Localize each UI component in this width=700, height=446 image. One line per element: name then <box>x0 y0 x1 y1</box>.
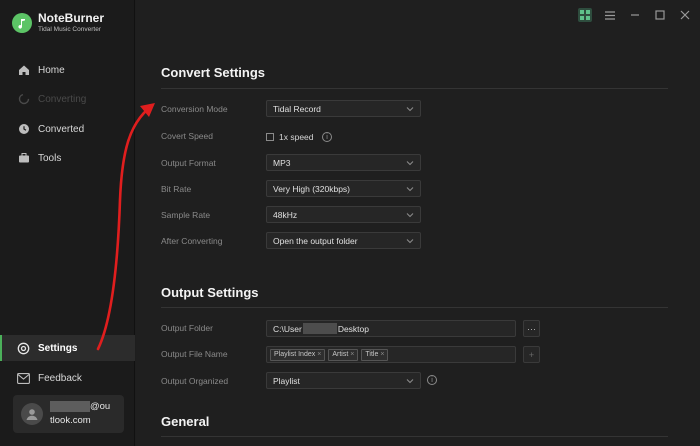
account-card[interactable]: @ou tlook.com <box>13 395 124 433</box>
sidebar-item-converted[interactable]: Converted <box>0 116 135 142</box>
sidebar-item-converting[interactable]: Converting <box>0 86 135 112</box>
section-title-output: Output Settings <box>161 285 259 300</box>
remove-tag-icon: × <box>317 351 322 358</box>
output-folder-label: Output Folder <box>161 323 213 333</box>
sidebar-item-tools[interactable]: Tools <box>0 145 135 171</box>
sidebar-item-label: Converted <box>38 123 85 135</box>
sidebar-item-label: Settings <box>38 342 78 354</box>
sidebar: NoteBurner Tidal Music Converter Home Co… <box>0 0 135 446</box>
conversion-mode-select[interactable]: Tidal Record <box>266 100 421 117</box>
divider <box>161 436 668 437</box>
settings-panel: Convert Settings Conversion Mode Tidal R… <box>136 0 700 446</box>
output-format-label: Output Format <box>161 158 216 168</box>
avatar <box>21 403 43 425</box>
bit-rate-label: Bit Rate <box>161 184 192 194</box>
chevron-down-icon <box>406 187 414 192</box>
speed-checkbox[interactable] <box>266 133 274 141</box>
menu-icon[interactable] <box>603 8 617 22</box>
remove-tag-icon: × <box>350 351 355 358</box>
chevron-down-icon <box>406 107 414 112</box>
home-icon <box>17 64 30 77</box>
music-note-icon <box>12 13 32 33</box>
close-icon[interactable] <box>678 8 692 22</box>
speed-option-label: 1x speed <box>279 132 314 142</box>
account-email: @ou tlook.com <box>50 400 111 426</box>
info-icon[interactable]: i <box>427 375 437 385</box>
tag-artist[interactable]: Artist × <box>328 348 359 361</box>
after-converting-label: After Converting <box>161 236 223 246</box>
output-organized-select[interactable]: Playlist <box>266 372 421 389</box>
sidebar-item-feedback[interactable]: Feedback <box>0 365 135 391</box>
chevron-down-icon <box>406 239 414 244</box>
sidebar-item-home[interactable]: Home <box>0 57 135 83</box>
output-organized-label: Output Organized <box>161 376 229 386</box>
browse-folder-button[interactable]: ··· <box>523 320 540 337</box>
app-subtitle: Tidal Music Converter <box>38 26 101 33</box>
toolbox-icon <box>17 152 30 165</box>
sidebar-item-label: Converting <box>38 93 87 105</box>
redacted-text <box>50 400 90 412</box>
after-converting-select[interactable]: Open the output folder <box>266 232 421 249</box>
maximize-icon[interactable] <box>653 8 667 22</box>
minimize-icon[interactable] <box>628 8 642 22</box>
clock-icon <box>17 123 30 136</box>
sample-rate-label: Sample Rate <box>161 210 211 220</box>
bit-rate-select[interactable]: Very High (320kbps) <box>266 180 421 197</box>
chevron-down-icon <box>406 161 414 166</box>
divider <box>161 307 668 308</box>
app-name: NoteBurner <box>38 11 105 25</box>
output-file-name-label: Output File Name <box>161 349 228 359</box>
convert-speed-label: Covert Speed <box>161 131 213 141</box>
sample-rate-select[interactable]: 48kHz <box>266 206 421 223</box>
info-icon[interactable]: i <box>322 132 332 142</box>
gear-icon <box>17 342 30 355</box>
window-controls <box>578 8 692 22</box>
sidebar-item-label: Feedback <box>38 372 82 384</box>
sidebar-item-label: Tools <box>38 152 62 164</box>
section-title-general: General <box>161 414 210 429</box>
file-name-tags-field[interactable]: Playlist Index × Artist × Title × <box>266 346 516 363</box>
redacted-text <box>302 323 337 334</box>
section-title-convert: Convert Settings <box>161 65 266 80</box>
output-format-select[interactable]: MP3 <box>266 154 421 171</box>
converting-icon <box>17 93 30 106</box>
add-tag-button[interactable]: + <box>523 346 540 363</box>
sidebar-item-settings[interactable]: Settings <box>0 335 135 361</box>
tag-playlist-index[interactable]: Playlist Index × <box>270 348 326 361</box>
mail-icon <box>17 372 30 385</box>
conversion-mode-label: Conversion Mode <box>161 104 228 114</box>
tag-title[interactable]: Title × <box>361 348 389 361</box>
output-folder-field[interactable]: C:\User Desktop <box>266 320 516 337</box>
chevron-down-icon <box>406 213 414 218</box>
grid-icon[interactable] <box>578 8 592 22</box>
brand: NoteBurner Tidal Music Converter <box>12 12 104 34</box>
divider <box>161 88 668 89</box>
remove-tag-icon: × <box>380 351 385 358</box>
chevron-down-icon <box>406 379 414 384</box>
sidebar-item-label: Home <box>38 64 65 76</box>
